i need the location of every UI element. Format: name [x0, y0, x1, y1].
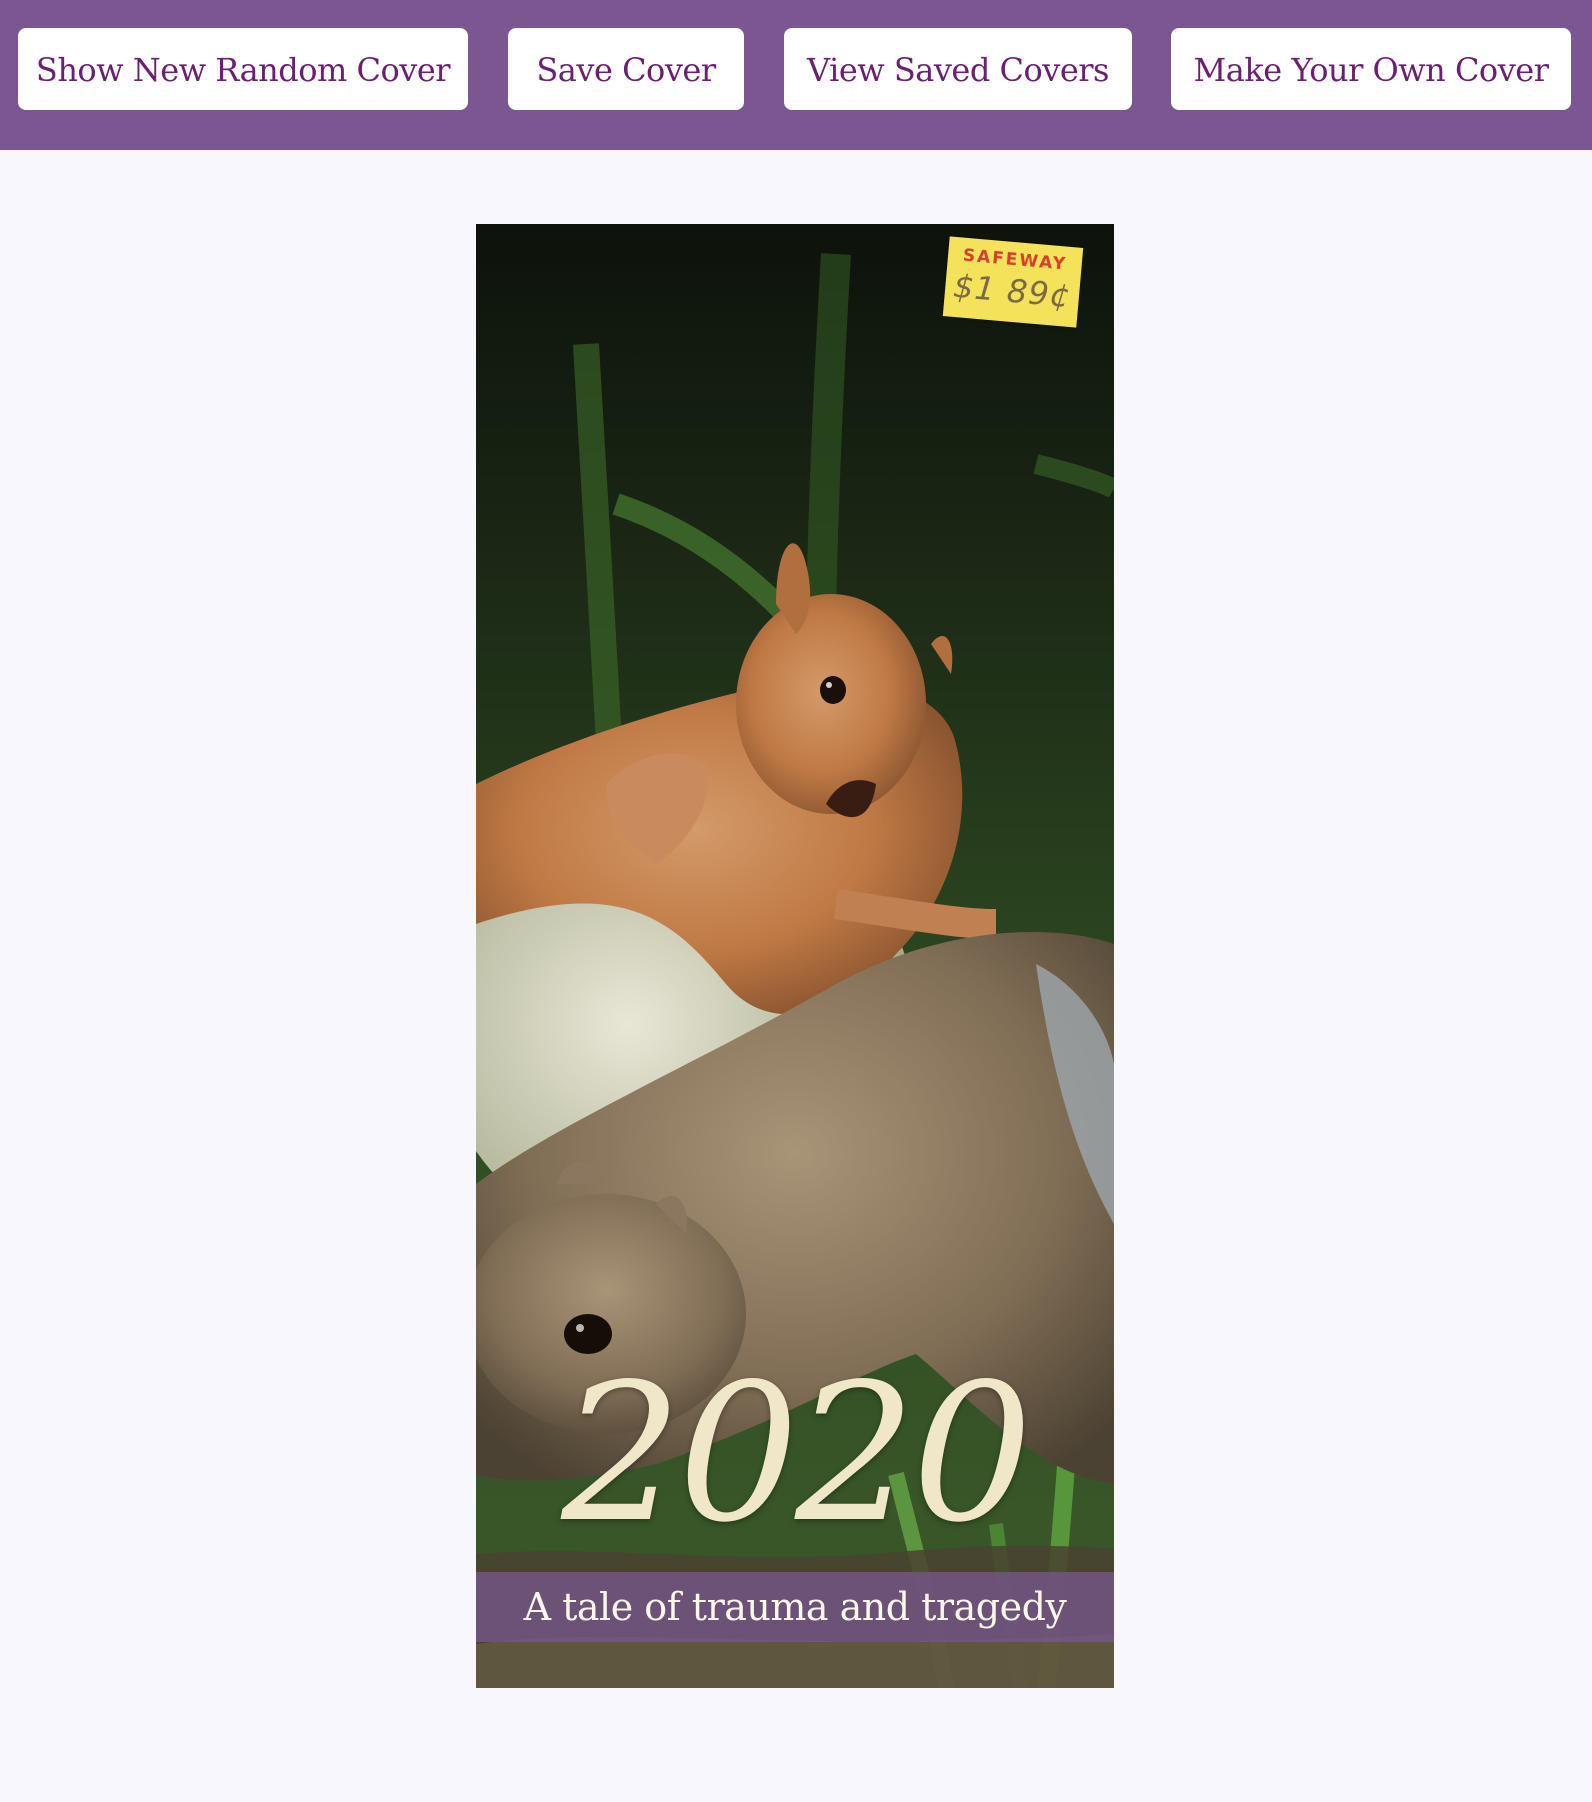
- cover-tagline: A tale of trauma and tragedy: [523, 1585, 1067, 1629]
- top-nav-bar: Show New Random Cover Save Cover View Sa…: [0, 0, 1592, 150]
- make-your-own-cover-button[interactable]: Make Your Own Cover: [1171, 28, 1571, 110]
- cover-title: 2020: [561, 1343, 1033, 1564]
- show-new-random-cover-button[interactable]: Show New Random Cover: [18, 28, 468, 110]
- book-cover: SAFEWAY $1 89¢ 2020 A tale of trauma and…: [476, 224, 1114, 1688]
- cover-tagline-bar: A tale of trauma and tragedy: [476, 1572, 1114, 1642]
- price-sticker: SAFEWAY $1 89¢: [942, 236, 1084, 328]
- view-saved-covers-button[interactable]: View Saved Covers: [784, 28, 1132, 110]
- save-cover-button[interactable]: Save Cover: [508, 28, 744, 110]
